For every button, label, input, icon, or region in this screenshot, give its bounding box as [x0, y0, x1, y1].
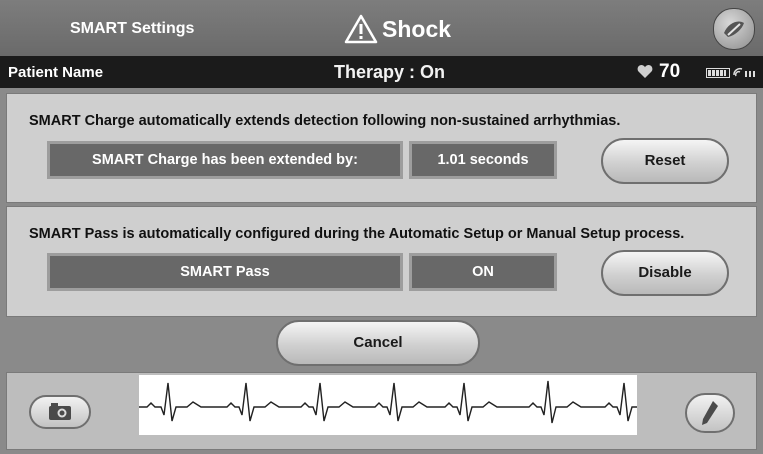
- top-bar: SMART Settings Shock: [0, 0, 763, 57]
- shock-label: Shock: [382, 15, 452, 42]
- wand-icon: [724, 21, 744, 37]
- smart-charge-field-label: SMART Charge has been extended by:: [92, 152, 358, 168]
- ecg-strip-bar: [6, 372, 757, 450]
- reset-button[interactable]: Reset: [601, 138, 729, 184]
- smart-charge-label-field: SMART Charge has been extended by:: [47, 141, 403, 179]
- ecg-waveform: [139, 375, 637, 435]
- screen-title: SMART Settings: [70, 20, 195, 37]
- battery-icon: [706, 68, 730, 78]
- smart-pass-field-label: SMART Pass: [180, 264, 270, 280]
- cancel-button[interactable]: Cancel: [276, 320, 480, 366]
- smart-charge-description: SMART Charge automatically extends detec…: [29, 113, 621, 129]
- therapy-status: Therapy : On: [334, 62, 446, 82]
- smart-charge-value-field: 1.01 seconds: [409, 141, 557, 179]
- smart-settings-screen: SMART Settings Shock Patient Name Therap…: [0, 0, 763, 454]
- disable-button[interactable]: Disable: [601, 250, 729, 296]
- heart-icon: [637, 65, 653, 78]
- shock-button[interactable]: Shock: [344, 12, 451, 46]
- smart-pass-value-field: ON: [409, 253, 557, 291]
- heart-rate-value: 70: [659, 61, 681, 82]
- telemetry-signal-icon: [733, 67, 755, 77]
- camera-icon: [49, 403, 71, 420]
- patient-name: Patient Name: [8, 64, 104, 81]
- smart-charge-panel: SMART Charge automatically extends detec…: [6, 93, 757, 203]
- smart-pass-description: SMART Pass is automatically configured d…: [29, 226, 685, 242]
- pen-icon: [702, 401, 718, 425]
- smart-pass-field-value: ON: [472, 264, 494, 280]
- smart-charge-field-value: 1.01 seconds: [437, 152, 529, 168]
- annotate-button[interactable]: [685, 393, 735, 433]
- warning-triangle-icon: [344, 14, 378, 44]
- smart-pass-panel: SMART Pass is automatically configured d…: [6, 206, 757, 317]
- capture-button[interactable]: [29, 395, 91, 429]
- wand-button[interactable]: [713, 8, 755, 50]
- status-bar: Patient Name Therapy : On 70: [0, 56, 763, 88]
- smart-pass-label-field: SMART Pass: [47, 253, 403, 291]
